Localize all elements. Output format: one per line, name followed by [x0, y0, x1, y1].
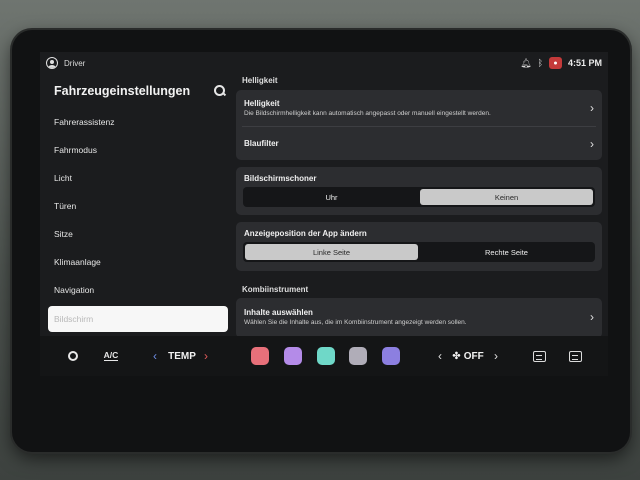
screensaver-title: Bildschirmschoner — [244, 174, 317, 183]
app-shortcut-2[interactable] — [283, 346, 303, 366]
cluster-card: Inhalte auswählen Wählen Sie die Inhalte… — [236, 298, 602, 336]
cluster-content-row[interactable]: Inhalte auswählen Wählen Sie die Inhalte… — [236, 298, 602, 336]
chevron-right-icon: › — [204, 349, 208, 363]
rear-defrost-icon — [532, 350, 546, 362]
fan-icon: ✤ — [452, 350, 461, 362]
user-name[interactable]: Driver — [64, 59, 85, 68]
bell-icon: 🔔︎ — [520, 57, 532, 68]
sidebar-list: Fahrerassistenz Fahrmodus Licht Türen Si… — [48, 108, 228, 332]
chevron-right-icon: › — [590, 136, 594, 151]
cluster-text: Inhalte auswählen Wählen Sie die Inhalte… — [244, 308, 467, 326]
sidebar-item-fahrmodus[interactable]: Fahrmodus — [48, 136, 228, 164]
display-card: Helligkeit Die Bildschirmhelligkeit kann… — [236, 90, 602, 160]
app-icon-red — [251, 347, 269, 365]
status-right: 🔔︎ ᛒ ● 4:51 PM — [520, 57, 602, 69]
app-position-card: Anzeigeposition der App ändern Linke Sei… — [236, 222, 602, 271]
cluster-subtitle: Wählen Sie die Inhalte aus, die im Kombi… — [244, 319, 467, 326]
temp-down-button[interactable]: ‹ — [149, 346, 161, 366]
brightness-subtitle: Die Bildschirmhelligkeit kann automatisc… — [244, 110, 491, 117]
temp-up-button[interactable]: › — [200, 346, 212, 366]
sidebar-item-licht[interactable]: Licht — [48, 164, 228, 192]
fan-down-button[interactable]: ‹ — [434, 346, 446, 366]
bluefilter-row[interactable]: Blaufilter › — [236, 127, 602, 160]
power-button[interactable] — [66, 346, 80, 366]
sidebar-item-klimaanlage[interactable]: Klimaanlage — [48, 248, 228, 276]
user-avatar-icon[interactable] — [46, 57, 58, 69]
app-position-option-right[interactable]: Rechte Seite — [420, 244, 593, 260]
app-position-segmented: Linke Seite Rechte Seite — [243, 242, 595, 262]
section-label-brightness: Helligkeit — [242, 76, 278, 85]
bluetooth-icon: ᛒ — [537, 57, 543, 68]
front-defrost-button[interactable] — [567, 346, 583, 366]
front-defrost-icon — [568, 350, 582, 362]
brightness-row[interactable]: Helligkeit Die Bildschirmhelligkeit kann… — [236, 90, 602, 126]
chevron-left-icon: ‹ — [153, 349, 157, 363]
sidebar-item-bildschirm[interactable]: Bildschirm — [48, 306, 228, 332]
bluefilter-title: Blaufilter — [244, 139, 279, 148]
screensaver-card: Bildschirmschoner Uhr Keinen — [236, 167, 602, 215]
rear-defrost-button[interactable] — [531, 346, 547, 366]
sidebar-item-navigation[interactable]: Navigation — [48, 276, 228, 304]
ac-label: A/C — [103, 349, 119, 362]
record-icon: ● — [548, 57, 562, 69]
status-left: Driver — [46, 57, 85, 69]
brightness-title: Helligkeit — [244, 99, 280, 108]
climate-bar: A/C ‹ TEMP › ‹ ✤ OFF › — [40, 336, 608, 376]
chevron-left-icon: ‹ — [438, 349, 442, 363]
infotainment-screen: Driver 🔔︎ ᛒ ● 4:51 PM Fahrzeugeinstellun… — [40, 52, 608, 376]
section-label-cluster: Kombiinstrument — [242, 285, 309, 294]
chevron-right-icon: › — [494, 349, 498, 363]
app-icon-settings — [382, 347, 400, 365]
screensaver-segmented: Uhr Keinen — [243, 187, 595, 207]
brightness-text: Helligkeit Die Bildschirmhelligkeit kann… — [244, 99, 491, 117]
settings-content: Helligkeit Helligkeit Die Bildschirmhell… — [236, 74, 602, 336]
app-icon-teal — [317, 347, 335, 365]
fan-label: OFF — [463, 350, 484, 362]
settings-sidebar: Fahrzeugeinstellungen Fahrerassistenz Fa… — [40, 74, 230, 336]
sidebar-item-tueren[interactable]: Türen — [48, 192, 228, 220]
fan-up-button[interactable]: › — [490, 346, 502, 366]
sidebar-title: Fahrzeugeinstellungen — [54, 84, 191, 98]
sidebar-item-sitze[interactable]: Sitze — [48, 220, 228, 248]
chevron-right-icon: › — [590, 310, 594, 324]
sidebar-header: Fahrzeugeinstellungen — [54, 84, 226, 98]
ac-button[interactable]: A/C — [102, 346, 120, 366]
chevron-right-icon: › — [590, 101, 594, 115]
app-icon-purple — [284, 347, 302, 365]
temp-control: TEMP — [166, 346, 198, 366]
app-shortcut-3[interactable] — [316, 346, 336, 366]
status-bar: Driver 🔔︎ ᛒ ● 4:51 PM — [40, 52, 608, 74]
app-shortcut-1[interactable] — [250, 346, 270, 366]
app-position-title: Anzeigeposition der App ändern — [244, 229, 367, 238]
sidebar-item-fahrerassistenz[interactable]: Fahrerassistenz — [48, 108, 228, 136]
app-position-option-left[interactable]: Linke Seite — [245, 244, 418, 260]
cluster-title: Inhalte auswählen — [244, 308, 313, 317]
app-shortcut-settings[interactable] — [381, 346, 401, 366]
fan-control: ✤ OFF — [450, 346, 486, 366]
temp-label: TEMP — [168, 350, 196, 362]
screensaver-option-none[interactable]: Keinen — [420, 189, 593, 205]
power-icon — [68, 351, 78, 361]
clock: 4:51 PM — [567, 58, 602, 68]
search-icon[interactable] — [214, 85, 226, 97]
screensaver-option-clock[interactable]: Uhr — [245, 189, 418, 205]
app-icon-gray — [349, 347, 367, 365]
app-shortcut-4[interactable] — [348, 346, 368, 366]
